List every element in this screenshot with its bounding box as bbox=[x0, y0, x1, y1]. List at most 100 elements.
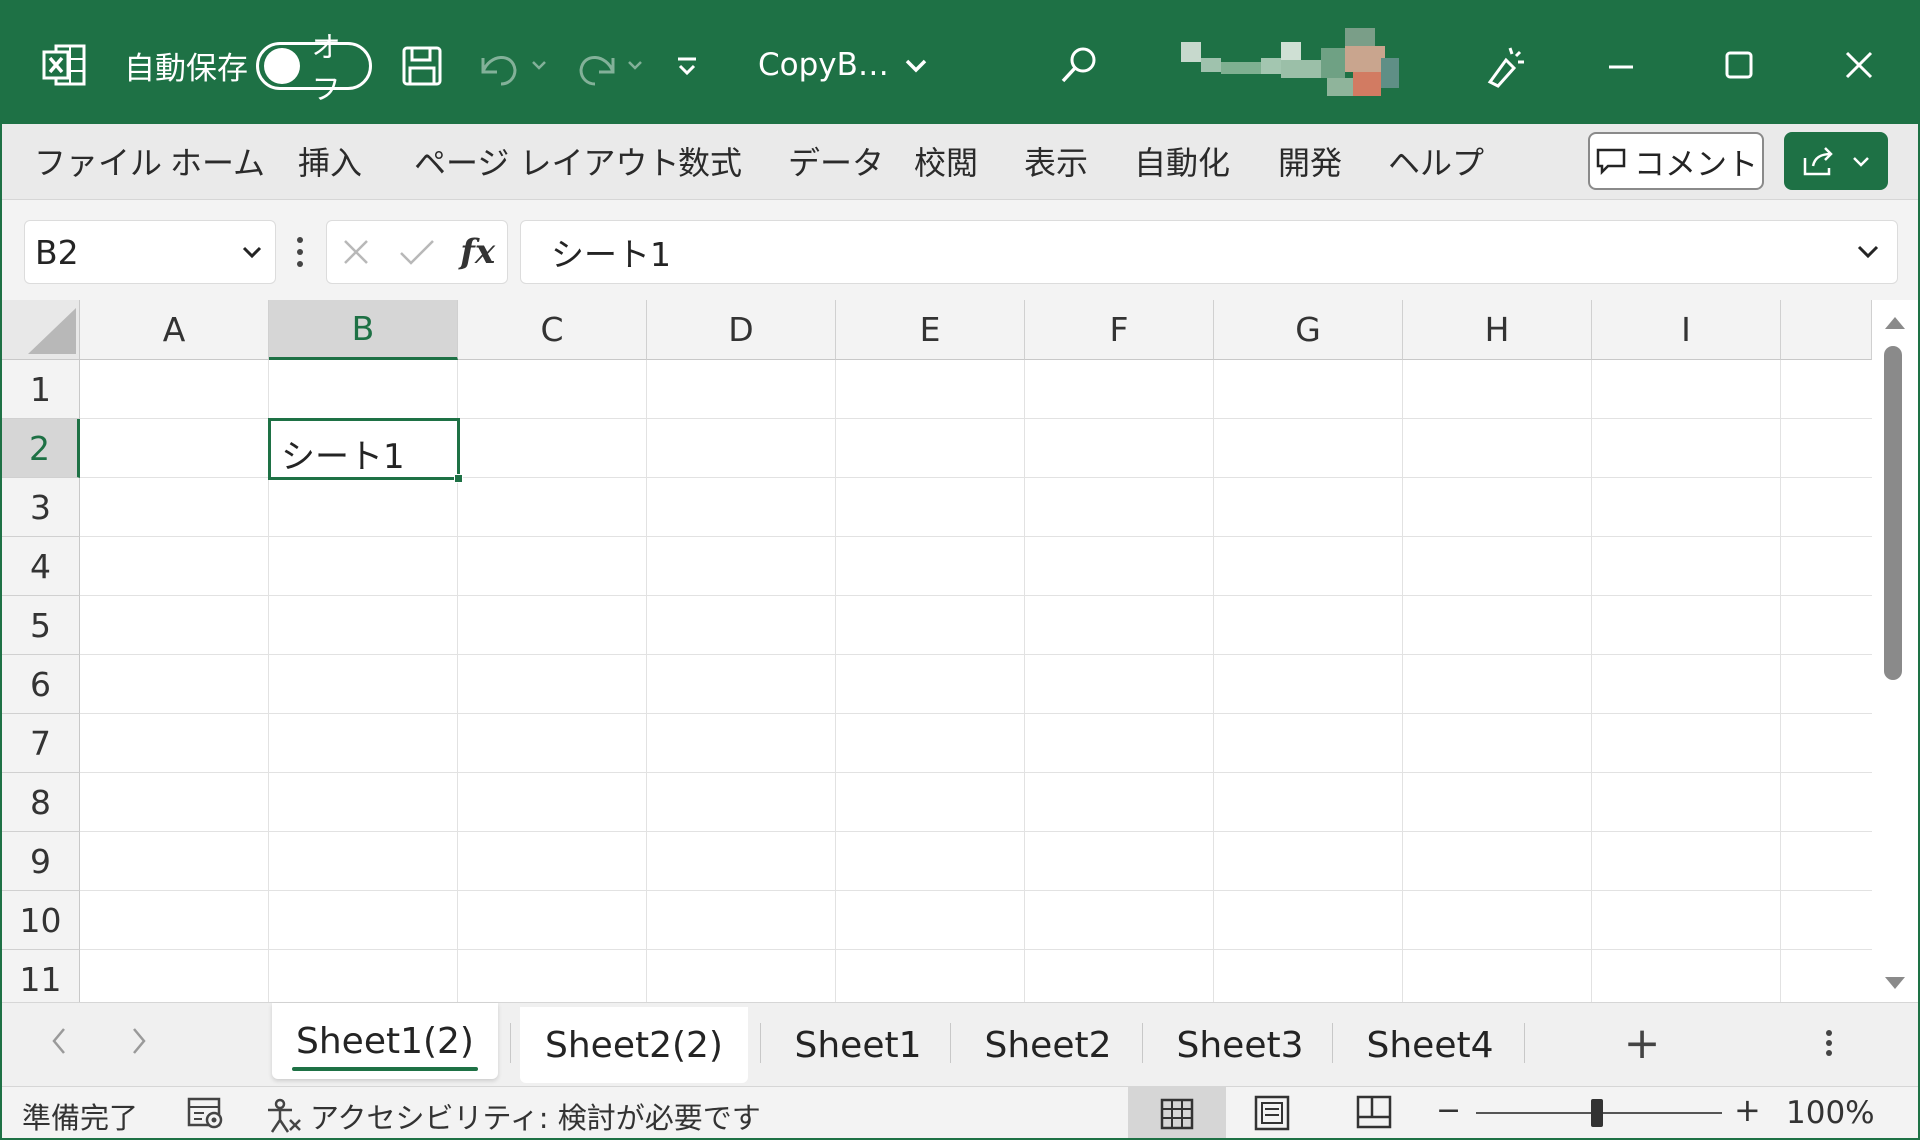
sheet-tab-label: Sheet2(2) bbox=[545, 1024, 723, 1066]
share-icon bbox=[1803, 147, 1833, 176]
title-bar: 自動保存 オフ CopyB… bbox=[2, 2, 1918, 124]
file-name[interactable]: CopyB… bbox=[758, 44, 889, 86]
share-button[interactable] bbox=[1784, 132, 1888, 190]
spreadsheet-grid: A B C D E F G H I 1 2 3 4 5 6 7 8 9 10 1… bbox=[2, 300, 1872, 1002]
row-header-4[interactable]: 4 bbox=[2, 537, 80, 596]
cancel-icon[interactable] bbox=[339, 235, 373, 269]
name-box-value: B2 bbox=[35, 232, 79, 272]
row-header-3[interactable]: 3 bbox=[2, 478, 80, 537]
column-header-partial[interactable] bbox=[1781, 300, 1872, 360]
page-break-preview-button[interactable] bbox=[1354, 1095, 1402, 1135]
active-cell-b2[interactable]: シート1 bbox=[268, 418, 463, 483]
sheet-tab-label: Sheet4 bbox=[1366, 1024, 1494, 1066]
row-header-2[interactable]: 2 bbox=[2, 419, 80, 478]
tab-data[interactable]: データ bbox=[788, 138, 884, 184]
column-header-b[interactable]: B bbox=[269, 300, 458, 360]
row-header-7[interactable]: 7 bbox=[2, 714, 80, 773]
enter-check-icon[interactable] bbox=[397, 235, 437, 269]
tab-page-layout[interactable]: ページ レイアウト bbox=[414, 138, 680, 184]
tab-separator bbox=[510, 1023, 511, 1063]
excel-window: 自動保存 オフ CopyB… ファイル ホーム 挿入 ページ レイアウト 数式 … bbox=[0, 0, 1920, 1140]
tab-separator bbox=[760, 1023, 761, 1063]
prev-sheet-icon[interactable] bbox=[44, 1023, 80, 1063]
account-avatar[interactable] bbox=[1177, 28, 1427, 104]
zoom-level[interactable]: 100% bbox=[1786, 1095, 1875, 1131]
save-icon[interactable] bbox=[398, 42, 446, 90]
column-header-f[interactable]: F bbox=[1025, 300, 1214, 360]
copilot-designer-icon[interactable] bbox=[1478, 40, 1530, 92]
zoom-out-button[interactable]: − bbox=[1436, 1093, 1461, 1128]
sheet-tab-sheet1-2[interactable]: Sheet1(2) bbox=[272, 1003, 498, 1079]
row-header-11[interactable]: 11 bbox=[2, 950, 80, 1002]
sheet-tab-label: Sheet2 bbox=[984, 1024, 1112, 1066]
active-cell-value: シート1 bbox=[281, 437, 405, 477]
tab-developer[interactable]: 開発 bbox=[1278, 138, 1342, 184]
scroll-thumb[interactable] bbox=[1884, 346, 1902, 680]
tab-view[interactable]: 表示 bbox=[1024, 138, 1088, 184]
filename-chevron-down-icon[interactable] bbox=[898, 48, 934, 84]
zoom-in-button[interactable]: + bbox=[1734, 1091, 1761, 1129]
customize-qat-icon[interactable] bbox=[670, 48, 704, 84]
add-sheet-button[interactable]: + bbox=[1602, 1005, 1682, 1081]
sheet-tab-sheet2[interactable]: Sheet2 bbox=[956, 1007, 1140, 1083]
comments-button[interactable]: コメント bbox=[1588, 132, 1764, 190]
tab-insert[interactable]: 挿入 bbox=[298, 138, 362, 184]
column-header-e[interactable]: E bbox=[836, 300, 1025, 360]
tab-home[interactable]: ホーム bbox=[170, 138, 265, 184]
row-header-6[interactable]: 6 bbox=[2, 655, 80, 714]
fill-handle[interactable] bbox=[454, 474, 463, 483]
normal-view-button[interactable] bbox=[1128, 1087, 1226, 1138]
sheet-tab-label: Sheet1(2) bbox=[296, 1020, 474, 1062]
search-icon[interactable] bbox=[1054, 40, 1104, 90]
tab-automate[interactable]: 自動化 bbox=[1134, 138, 1230, 184]
row-header-10[interactable]: 10 bbox=[2, 891, 80, 950]
tab-review[interactable]: 校閲 bbox=[914, 138, 978, 184]
scroll-up-icon[interactable] bbox=[1882, 312, 1908, 332]
row-header-8[interactable]: 8 bbox=[2, 773, 80, 832]
workbook-statistics-icon[interactable] bbox=[186, 1095, 226, 1131]
tab-help[interactable]: ヘルプ bbox=[1388, 138, 1484, 184]
column-header-h[interactable]: H bbox=[1403, 300, 1592, 360]
row-header-1[interactable]: 1 bbox=[2, 360, 80, 419]
zoom-slider-thumb[interactable] bbox=[1591, 1099, 1603, 1127]
select-all-corner[interactable] bbox=[2, 300, 80, 360]
next-sheet-icon[interactable] bbox=[124, 1023, 160, 1063]
more-options-icon[interactable] bbox=[290, 230, 310, 274]
column-header-a[interactable]: A bbox=[80, 300, 269, 360]
column-header-c[interactable]: C bbox=[458, 300, 647, 360]
sheet-tab-label: Sheet3 bbox=[1176, 1024, 1304, 1066]
name-box-chevron-down-icon[interactable] bbox=[239, 239, 265, 265]
close-icon[interactable] bbox=[1836, 42, 1882, 88]
comment-icon bbox=[1596, 148, 1626, 176]
sheet-tab-sheet3[interactable]: Sheet3 bbox=[1148, 1007, 1332, 1083]
formula-input[interactable]: シート1 bbox=[520, 220, 1898, 284]
row-header-5[interactable]: 5 bbox=[2, 596, 80, 655]
scroll-down-icon[interactable] bbox=[1882, 974, 1908, 994]
name-box[interactable]: B2 bbox=[24, 220, 276, 284]
insert-function-button[interactable]: fx bbox=[460, 232, 495, 272]
normal-view-icon bbox=[1160, 1098, 1194, 1130]
minimize-icon[interactable] bbox=[1598, 46, 1644, 86]
tab-separator bbox=[950, 1023, 951, 1063]
sheet-tab-sheet1[interactable]: Sheet1 bbox=[768, 1007, 948, 1083]
page-layout-icon bbox=[1254, 1095, 1290, 1131]
page-layout-view-button[interactable] bbox=[1252, 1095, 1300, 1135]
sheet-tab-sheet2-2[interactable]: Sheet2(2) bbox=[520, 1007, 748, 1083]
expand-formula-chevron-down-icon[interactable] bbox=[1853, 237, 1883, 267]
autosave-toggle[interactable]: オフ bbox=[256, 30, 372, 106]
tab-formulas[interactable]: 数式 bbox=[678, 138, 742, 184]
accessibility-checker[interactable]: アクセシビリティ: 検討が必要です bbox=[264, 1095, 761, 1137]
sheet-options-icon[interactable] bbox=[1814, 1021, 1844, 1065]
undo-icon[interactable] bbox=[474, 42, 554, 90]
column-header-i[interactable]: I bbox=[1592, 300, 1781, 360]
redo-icon[interactable] bbox=[570, 42, 650, 90]
autosave-state: オフ bbox=[311, 30, 341, 106]
sheet-tab-sheet4[interactable]: Sheet4 bbox=[1338, 1007, 1522, 1083]
tab-file[interactable]: ファイル bbox=[34, 138, 162, 184]
column-header-g[interactable]: G bbox=[1214, 300, 1403, 360]
row-header-9[interactable]: 9 bbox=[2, 832, 80, 891]
vertical-scrollbar[interactable] bbox=[1874, 300, 1918, 1002]
maximize-icon[interactable] bbox=[1716, 42, 1762, 88]
column-header-d[interactable]: D bbox=[647, 300, 836, 360]
sheet-tab-bar: Sheet1(2) Sheet2(2) Sheet1 Sheet2 Sheet3… bbox=[2, 1002, 1918, 1086]
